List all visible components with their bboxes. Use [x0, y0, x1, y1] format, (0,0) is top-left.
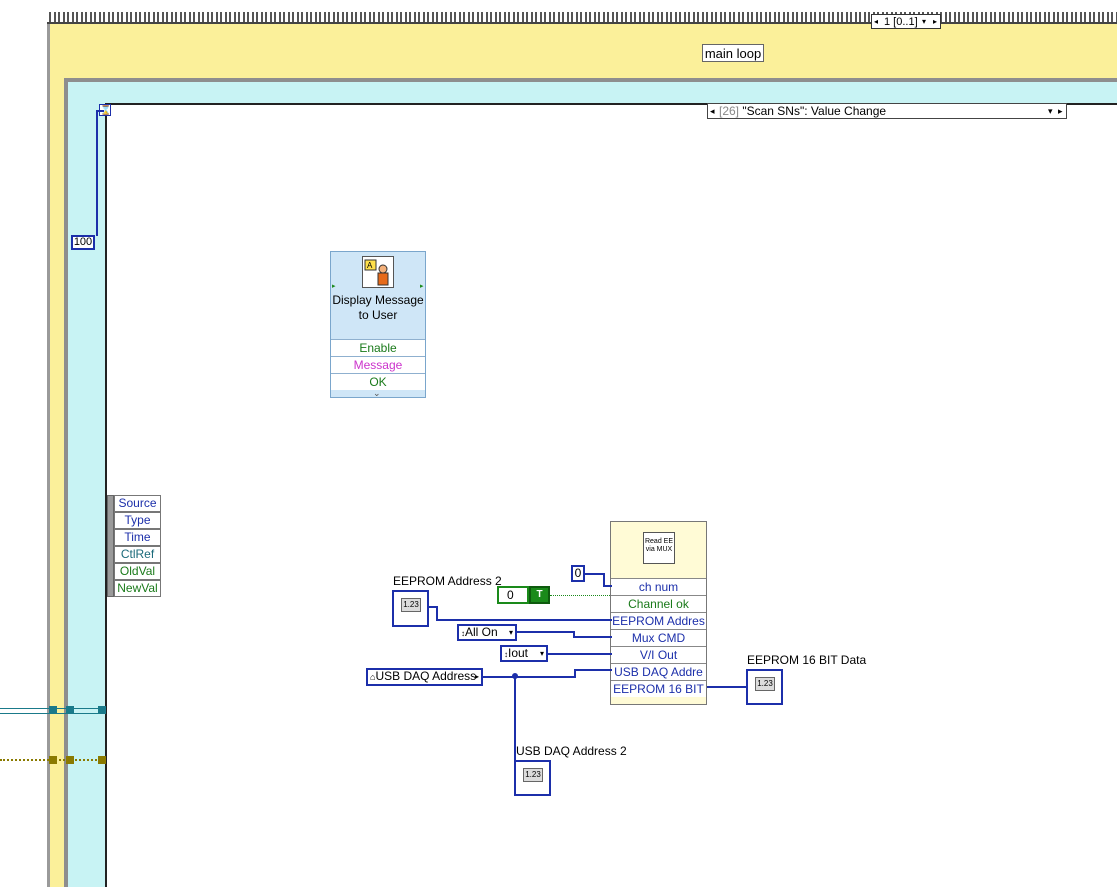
- display-message-title: Display Message to User: [332, 293, 424, 322]
- numeric-bool-constant[interactable]: 0: [497, 586, 529, 604]
- wire-mux-3: [573, 636, 612, 638]
- eeprom-address-label: EEPROM Address 2: [393, 574, 502, 588]
- loop-label[interactable]: main loop: [702, 44, 764, 62]
- output-arrow-icon: ▸: [474, 672, 479, 681]
- event-data-node[interactable]: Source Type Time CtlRef OldVal NewVal: [107, 495, 161, 597]
- event-data-type[interactable]: Type: [114, 512, 161, 529]
- dropdown-arrow-icon: ▾: [539, 649, 544, 658]
- true-constant-icon[interactable]: T: [529, 586, 550, 604]
- eeprom-16-bit-data-indicator: 1.23: [746, 669, 783, 705]
- event-name: "Scan SNs": Value Change: [742, 104, 887, 118]
- display-message-vi[interactable]: A ▸ ▸ Display Message to User Enable Mes…: [330, 251, 426, 398]
- expand-chevron-icon[interactable]: ⌄: [373, 388, 381, 399]
- numeric-icon: 1.23: [401, 598, 421, 612]
- read-ee-icon: Read EE via MUX: [643, 532, 675, 564]
- tunnel-err-3: [98, 756, 106, 764]
- numeric-icon: 1.23: [523, 768, 543, 782]
- svg-text:A: A: [367, 261, 373, 270]
- numeric-icon: 1.23: [755, 677, 775, 691]
- usb-daq-ref-text: USB DAQ Address: [375, 669, 477, 683]
- case-selector[interactable]: ◂ 1 [0..1] ▾ ▸: [871, 14, 941, 29]
- mux-enum-value: All On: [465, 625, 498, 639]
- eeprom-16-bit-terminal[interactable]: EEPROM 16 BIT: [611, 680, 706, 697]
- channel-ok-terminal[interactable]: Channel ok: [611, 595, 706, 612]
- mux-cmd-terminal[interactable]: Mux CMD: [611, 629, 706, 646]
- usb-daq-address-ref[interactable]: ⌂USB DAQ Address ▸: [366, 668, 483, 686]
- wire-bool: [550, 595, 610, 596]
- output-arrow-icon: ▸: [420, 283, 424, 290]
- input-arrow-icon: ▸: [332, 283, 336, 290]
- case-structure-border: [47, 12, 1117, 24]
- eeprom-16-bit-data-label: EEPROM 16 BIT Data: [747, 653, 867, 667]
- event-data-ctlref[interactable]: CtlRef: [114, 546, 161, 563]
- case-selector-value: 1 [0..1]: [884, 16, 918, 28]
- event-data-source[interactable]: Source: [114, 495, 161, 512]
- event-data-oldval[interactable]: OldVal: [114, 563, 161, 580]
- timeout-wire-h: [96, 110, 104, 112]
- tunnel-ref-1: [49, 706, 57, 714]
- wire-vi: [548, 653, 612, 655]
- increment-arrow-icon[interactable]: ▸: [933, 15, 937, 29]
- usb-daq-address-2-indicator: 1.23: [514, 760, 551, 796]
- ch-num-terminal[interactable]: ch num: [611, 578, 706, 595]
- prev-event-arrow-icon[interactable]: ◂: [710, 104, 715, 119]
- wire-chnum-1: [585, 573, 604, 575]
- usb-daq-address-2-label: USB DAQ Address 2: [516, 744, 627, 758]
- event-data-node-handle[interactable]: [107, 495, 114, 597]
- enable-terminal[interactable]: Enable: [331, 339, 425, 356]
- event-selector[interactable]: ◂ [26] "Scan SNs": Value Change ▾ ▸: [707, 103, 1067, 119]
- event-case-diagram: [105, 103, 1117, 887]
- message-terminal[interactable]: Message: [331, 356, 425, 373]
- display-message-icon: A: [362, 256, 394, 288]
- vi-out-enum[interactable]: ↕Iout ▾: [500, 645, 548, 662]
- timeout-constant[interactable]: 100: [71, 235, 95, 250]
- wire-addr-3: [436, 619, 612, 621]
- tunnel-ref-3: [98, 706, 106, 714]
- timeout-wire: [96, 110, 98, 236]
- wire-out: [707, 686, 749, 688]
- tunnel-ref-2: [66, 706, 74, 714]
- vi-out-terminal[interactable]: V/I Out: [611, 646, 706, 663]
- event-data-newval[interactable]: NewVal: [114, 580, 161, 597]
- dropdown-arrow-icon[interactable]: ▾: [922, 15, 926, 29]
- tunnel-err-2: [66, 756, 74, 764]
- read-ee-via-mux-subvi[interactable]: Read EE via MUX ch num Channel ok EEPROM…: [610, 521, 707, 705]
- tunnel-err-1: [49, 756, 57, 764]
- next-event-arrow-icon[interactable]: ▸: [1058, 104, 1063, 119]
- wire-mux-1: [517, 631, 574, 633]
- wire-usb-3: [574, 669, 612, 671]
- event-data-time[interactable]: Time: [114, 529, 161, 546]
- ch-num-constant[interactable]: 0: [571, 565, 585, 582]
- vi-enum-value: Iout: [508, 646, 529, 660]
- eeprom-address-terminal[interactable]: EEPROM Addres: [611, 612, 706, 629]
- usb-daq-address-terminal[interactable]: USB DAQ Addre: [611, 663, 706, 680]
- eeprom-address-control[interactable]: 1.23: [392, 590, 429, 627]
- wire-usb-1: [483, 676, 575, 678]
- wire-chnum-3: [603, 585, 612, 587]
- dropdown-arrow-icon: ▾: [508, 628, 513, 637]
- wire-addr-2: [436, 606, 438, 620]
- mux-cmd-enum[interactable]: ↕All On ▾: [457, 624, 517, 641]
- decrement-arrow-icon[interactable]: ◂: [874, 15, 878, 29]
- dropdown-arrow-icon[interactable]: ▾: [1048, 104, 1053, 119]
